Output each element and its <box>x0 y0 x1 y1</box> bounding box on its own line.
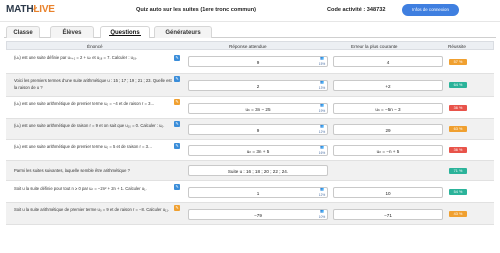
top-bar: MATHŁIVE Quiz auto sur les suites (1ere … <box>0 0 500 22</box>
edit-icon[interactable]: ✎ <box>174 76 180 82</box>
quiz-title: Quiz auto sur les suites (1ere tronc com… <box>136 7 256 13</box>
tab-questions[interactable]: Questions <box>100 26 150 38</box>
error-percent: 10% <box>318 215 326 219</box>
edit-icon[interactable]: ✎ <box>174 55 180 61</box>
table-row: Soit u la suite définie pour tout n ≥ 0 … <box>6 181 494 203</box>
table-row: (uₙ) est une suite arithmétique de raiso… <box>6 119 494 140</box>
header-success: Réussite <box>448 43 466 49</box>
expected-answer: 1 <box>188 187 328 198</box>
activity-code: Code activité : 348732 <box>327 7 386 13</box>
logo-text: MATH <box>6 4 34 15</box>
error-percent: 16% <box>318 151 326 155</box>
expected-answer: Suite u : 16 ; 18 ; 20 ; 22 ; 24. <box>188 165 328 176</box>
common-error: 10 <box>333 187 443 198</box>
header-statement: Énoncé <box>87 43 103 49</box>
edit-icon[interactable]: ✎ <box>174 184 180 190</box>
error-percent: 15% <box>318 62 326 66</box>
expected-answer: 9 <box>188 56 328 67</box>
error-percent: 13% <box>318 86 326 90</box>
row-statement: Parmi les suites suivantes, laquelle sem… <box>14 168 130 173</box>
users-icon: 👥 <box>320 145 324 149</box>
edit-icon[interactable]: ✎ <box>174 121 180 127</box>
logo-accent: ŁIVE <box>33 4 55 15</box>
success-badge: 43 % <box>449 211 467 217</box>
users-icon: 👥 <box>320 209 324 213</box>
common-error: +2 <box>333 80 443 91</box>
common-error: uₙ = −n + 5 <box>333 145 443 156</box>
tab-bar: Classe Élèves Questions Générateurs <box>4 26 496 38</box>
expected-answer: uₙ = 3n − 25 <box>188 103 328 114</box>
header-answer: Réponse attendue <box>229 43 267 49</box>
common-error: −71 <box>333 209 443 220</box>
table-row: (uₙ) est une suite arithmétique de premi… <box>6 97 494 119</box>
users-icon: 👥 <box>320 103 324 107</box>
common-error: uₙ = −5n − 3 <box>333 103 443 114</box>
expected-answer: 9 <box>188 124 328 135</box>
info-connexion-button[interactable]: Infos de connexion <box>402 4 459 16</box>
success-badge: 64 % <box>449 82 467 88</box>
row-statement: Soit u la suite arithmétique de premier … <box>14 207 170 212</box>
table-row: (uₙ) est une suite arithmétique de premi… <box>6 140 494 161</box>
logo: MATHŁIVE <box>6 4 55 15</box>
success-badge: 36 % <box>449 105 467 111</box>
tab-generateurs[interactable]: Générateurs <box>154 26 212 38</box>
row-statement: Soit u la suite définie pour tout n ≥ 0 … <box>14 186 147 191</box>
error-percent: 12% <box>318 193 326 197</box>
edit-icon[interactable]: ✎ <box>174 99 180 105</box>
tab-eleves[interactable]: Élèves <box>50 26 94 38</box>
expected-answer: uₙ = 3n + 5 <box>188 145 328 156</box>
success-badge: 36 % <box>449 147 467 153</box>
success-badge: 57 % <box>449 59 467 65</box>
error-percent: 19% <box>318 109 326 113</box>
edit-icon[interactable]: ✎ <box>174 143 180 149</box>
table-row: (uₙ) est une suite définie par uₙ₊₁ = 2 … <box>6 50 494 74</box>
common-error: 29 <box>333 124 443 135</box>
success-badge: 54 % <box>449 189 467 195</box>
tab-classe[interactable]: Classe <box>6 26 40 38</box>
row-statement: (uₙ) est une suite arithmétique de premi… <box>14 144 153 149</box>
users-icon: 👥 <box>320 187 324 191</box>
row-statement: (uₙ) est une suite définie par uₙ₊₁ = 2 … <box>14 55 138 60</box>
row-statement: Voici les premiers termes d'une suite ar… <box>14 78 172 90</box>
users-icon: 👥 <box>320 80 324 84</box>
table-row: Parmi les suites suivantes, laquelle sem… <box>6 161 494 181</box>
success-badge: 63 % <box>449 126 467 132</box>
row-statement: (uₙ) est une suite arithmétique de raiso… <box>14 123 165 128</box>
error-percent: 12% <box>318 130 326 134</box>
expected-answer: −79 <box>188 209 328 220</box>
table-row: Voici les premiers termes d'une suite ar… <box>6 74 494 97</box>
common-error: 4 <box>333 56 443 67</box>
table-header: Énoncé Réponse attendue Erreur la plus c… <box>6 41 494 50</box>
users-icon: 👥 <box>320 124 324 128</box>
row-statement: (uₙ) est une suite arithmétique de premi… <box>14 101 155 106</box>
expected-answer: 2 <box>188 80 328 91</box>
header-error: Erreur la plus courante <box>351 43 398 49</box>
success-badge: 71 % <box>449 168 467 174</box>
users-icon: 👥 <box>320 56 324 60</box>
edit-icon[interactable]: ✎ <box>174 205 180 211</box>
table-row: Soit u la suite arithmétique de premier … <box>6 203 494 225</box>
